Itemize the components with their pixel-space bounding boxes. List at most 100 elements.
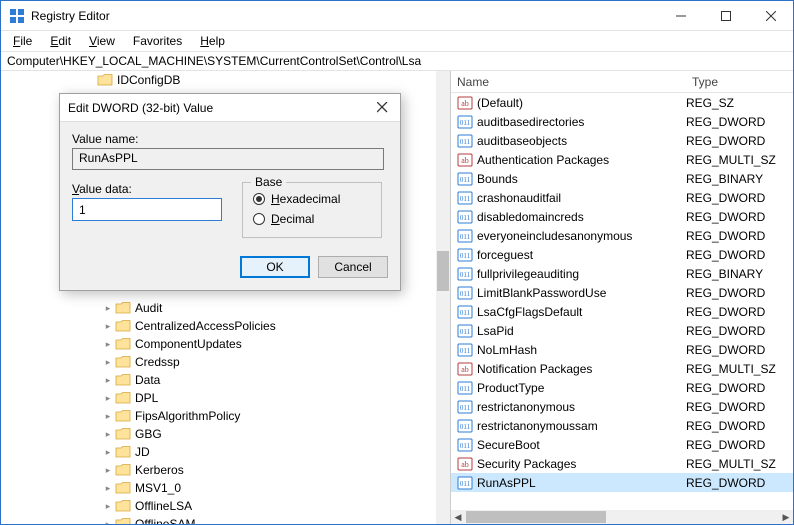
value-icon: 011 <box>457 399 473 415</box>
menu-help[interactable]: Help <box>192 32 233 50</box>
tree-item[interactable]: ▸JD <box>1 443 450 461</box>
value-type: REG_DWORD <box>686 438 793 452</box>
svg-text:011: 011 <box>460 233 471 241</box>
value-type: REG_SZ <box>686 96 793 110</box>
tree-item[interactable]: ▸FipsAlgorithmPolicy <box>1 407 450 425</box>
value-name: everyoneincludesanonymous <box>477 229 686 243</box>
tree-item[interactable]: ▸MSV1_0 <box>1 479 450 497</box>
chevron-icon[interactable]: ▸ <box>101 319 115 333</box>
menu-favorites[interactable]: Favorites <box>125 32 190 50</box>
chevron-icon[interactable]: ▸ <box>101 463 115 477</box>
value-icon: 011 <box>457 285 473 301</box>
tree-scrollbar[interactable] <box>436 71 450 524</box>
maximize-button[interactable] <box>703 1 748 31</box>
scroll-left-icon[interactable]: ◀ <box>451 510 465 524</box>
menu-edit[interactable]: Edit <box>42 32 79 50</box>
tree-item[interactable]: ▸CentralizedAccessPolicies <box>1 317 450 335</box>
minimize-button[interactable] <box>658 1 703 31</box>
list-row[interactable]: 011forceguestREG_DWORD <box>451 245 793 264</box>
value-name-field[interactable]: RunAsPPL <box>72 148 384 170</box>
chevron-icon[interactable] <box>83 73 97 87</box>
list-row[interactable]: 011disabledomaincredsREG_DWORD <box>451 207 793 226</box>
chevron-icon[interactable]: ▸ <box>101 409 115 423</box>
chevron-icon[interactable]: ▸ <box>101 517 115 524</box>
list-row[interactable]: 011RunAsPPLREG_DWORD <box>451 473 793 492</box>
menu-file[interactable]: File <box>5 32 40 50</box>
tree-item[interactable]: ▸Data <box>1 371 450 389</box>
chevron-icon[interactable]: ▸ <box>101 445 115 459</box>
radio-decimal[interactable]: Decimal <box>253 209 371 229</box>
value-icon: 011 <box>457 342 473 358</box>
value-icon: ab <box>457 361 473 377</box>
list-row[interactable]: 011NoLmHashREG_DWORD <box>451 340 793 359</box>
list-row[interactable]: 011 everyoneincludesanonymousREG_DWORD <box>451 226 793 245</box>
svg-text:011: 011 <box>460 252 471 260</box>
value-name: fullprivilegeauditing <box>477 267 686 281</box>
tree-item[interactable]: ▸GBG <box>1 425 450 443</box>
list-pane: Name Type ab(Default)REG_SZ011auditbased… <box>451 71 793 524</box>
chevron-icon[interactable]: ▸ <box>101 427 115 441</box>
list-row[interactable]: 011ProductTypeREG_DWORD <box>451 378 793 397</box>
close-button[interactable] <box>748 1 793 31</box>
tree-item[interactable]: ▸ComponentUpdates <box>1 335 450 353</box>
list-row[interactable]: abAuthentication PackagesREG_MULTI_SZ <box>451 150 793 169</box>
folder-icon <box>115 517 131 524</box>
list-row[interactable]: 011LsaCfgFlagsDefaultREG_DWORD <box>451 302 793 321</box>
value-type: REG_DWORD <box>686 248 793 262</box>
tree-item[interactable]: ▸Credssp <box>1 353 450 371</box>
folder-icon <box>115 301 131 315</box>
value-type: REG_BINARY <box>686 267 793 281</box>
list-row[interactable]: abSecurity PackagesREG_MULTI_SZ <box>451 454 793 473</box>
list-row[interactable]: 011crashonauditfailREG_DWORD <box>451 188 793 207</box>
folder-icon <box>115 481 131 495</box>
app-icon <box>9 8 25 24</box>
chevron-icon[interactable]: ▸ <box>101 355 115 369</box>
window-title: Registry Editor <box>31 9 110 23</box>
tree-item[interactable]: IDConfigDB <box>1 71 450 89</box>
address-bar[interactable]: Computer\HKEY_LOCAL_MACHINE\SYSTEM\Curre… <box>1 51 793 71</box>
list-row[interactable]: 011restrictanonymousREG_DWORD <box>451 397 793 416</box>
list-row[interactable]: 011LsaPidREG_DWORD <box>451 321 793 340</box>
list-row[interactable]: 011LimitBlankPasswordUseREG_DWORD <box>451 283 793 302</box>
tree-item[interactable]: ▸DPL <box>1 389 450 407</box>
dialog-title-bar[interactable]: Edit DWORD (32-bit) Value <box>60 94 400 122</box>
list-row[interactable]: abNotification PackagesREG_MULTI_SZ <box>451 359 793 378</box>
list-row[interactable]: ab(Default)REG_SZ <box>451 93 793 112</box>
tree-item[interactable]: ▸Audit <box>1 299 450 317</box>
list-row[interactable]: 011SecureBootREG_DWORD <box>451 435 793 454</box>
list-hscrollbar[interactable]: ◀ ▶ <box>451 510 793 524</box>
col-type[interactable]: Type <box>686 73 793 91</box>
chevron-icon[interactable]: ▸ <box>101 391 115 405</box>
dialog-close-button[interactable] <box>372 100 392 116</box>
value-name: Authentication Packages <box>477 153 686 167</box>
chevron-icon[interactable]: ▸ <box>101 373 115 387</box>
value-icon: 011 <box>457 209 473 225</box>
tree-item[interactable]: ▸OfflineSAM <box>1 515 450 524</box>
ok-button[interactable]: OK <box>240 256 310 278</box>
value-type: REG_DWORD <box>686 229 793 243</box>
value-icon: 011 <box>457 190 473 206</box>
chevron-icon[interactable]: ▸ <box>101 337 115 351</box>
value-icon: 011 <box>457 304 473 320</box>
tree-item[interactable]: ▸Kerberos <box>1 461 450 479</box>
list-row[interactable]: 011restrictanonymoussamREG_DWORD <box>451 416 793 435</box>
value-data-input[interactable] <box>72 198 222 221</box>
value-type: REG_DWORD <box>686 324 793 338</box>
list-row[interactable]: 011auditbasedirectoriesREG_DWORD <box>451 112 793 131</box>
list-row[interactable]: 011BoundsREG_BINARY <box>451 169 793 188</box>
list-row[interactable]: 011fullprivilegeauditingREG_BINARY <box>451 264 793 283</box>
chevron-icon[interactable]: ▸ <box>101 499 115 513</box>
value-icon: 011 <box>457 323 473 339</box>
chevron-icon[interactable]: ▸ <box>101 481 115 495</box>
list-row[interactable]: 011auditbaseobjectsREG_DWORD <box>451 131 793 150</box>
radio-hexadecimal[interactable]: Hexadecimal <box>253 189 371 209</box>
cancel-button[interactable]: Cancel <box>318 256 388 278</box>
menu-view[interactable]: View <box>81 32 123 50</box>
value-name: LimitBlankPasswordUse <box>477 286 686 300</box>
svg-text:011: 011 <box>460 176 471 184</box>
col-name[interactable]: Name <box>451 73 686 91</box>
value-name: Notification Packages <box>477 362 686 376</box>
chevron-icon[interactable]: ▸ <box>101 301 115 315</box>
tree-item[interactable]: ▸OfflineLSA <box>1 497 450 515</box>
scroll-right-icon[interactable]: ▶ <box>779 510 793 524</box>
